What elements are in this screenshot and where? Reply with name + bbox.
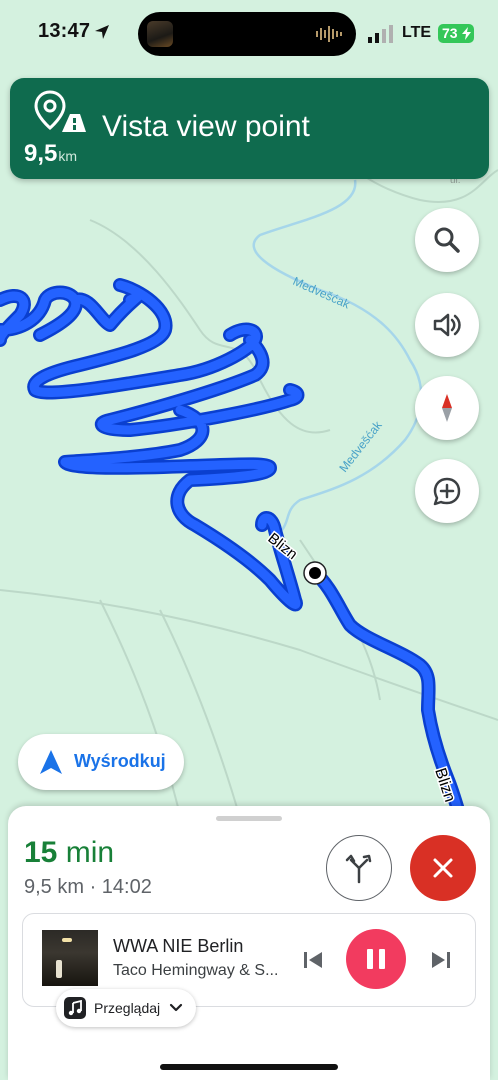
- song-artist: Taco Hemingway & S...: [113, 962, 279, 979]
- location-arrow-icon: [95, 25, 109, 39]
- music-app-icon: [64, 997, 86, 1019]
- current-location-marker: [303, 561, 327, 585]
- exit-navigation-button[interactable]: [410, 835, 476, 901]
- pause-icon: [367, 949, 385, 969]
- destination-pin-icon: [34, 90, 86, 132]
- album-art-lamp: [62, 938, 72, 942]
- sound-button[interactable]: [415, 293, 479, 357]
- alternate-routes-button[interactable]: [326, 835, 392, 901]
- album-art-figure: [56, 960, 62, 978]
- compass-icon: [442, 394, 452, 422]
- browse-media-button[interactable]: Przeglądaj: [56, 989, 196, 1027]
- now-playing-art: [147, 21, 173, 47]
- chevron-down-icon: [169, 1003, 183, 1012]
- add-report-icon: [433, 477, 461, 506]
- distance-unit: km: [58, 148, 78, 164]
- search-button[interactable]: [415, 208, 479, 272]
- song-title: WWA NIE Berlin: [113, 936, 244, 956]
- add-report-button[interactable]: [415, 459, 479, 523]
- home-indicator[interactable]: [160, 1064, 338, 1070]
- navigation-arrow-icon: [40, 750, 62, 774]
- battery-level: 73: [442, 25, 458, 41]
- music-note-icon: [68, 1000, 82, 1016]
- destination-name: Vista view point: [102, 110, 310, 143]
- next-track-icon[interactable]: [429, 948, 453, 972]
- status-bar: 13:47 LTE 73: [0, 0, 498, 66]
- trip-details: 9,5 km · 14:02: [24, 876, 152, 898]
- close-icon: [433, 858, 453, 878]
- eta-value: 15: [24, 836, 58, 869]
- recenter-label: Wyśrodkuj: [74, 751, 166, 771]
- dynamic-island[interactable]: [138, 12, 356, 56]
- audio-wave-icon: [316, 26, 342, 42]
- eta-unit: min: [65, 836, 115, 869]
- album-art: [42, 930, 98, 986]
- route-fork-icon: [345, 854, 372, 884]
- volume-icon: [433, 313, 461, 337]
- navigation-banner[interactable]: 9,5km Vista view point: [10, 78, 489, 179]
- status-time: 13:47: [38, 20, 91, 42]
- search-icon: [434, 227, 460, 253]
- eta-time: 15 min: [24, 836, 114, 870]
- sheet-drag-handle[interactable]: [216, 816, 282, 821]
- battery-indicator: 73: [438, 24, 474, 43]
- cellular-signal-icon: [368, 25, 393, 43]
- compass-button[interactable]: [415, 376, 479, 440]
- distance-to-destination: 9,5km: [24, 140, 77, 168]
- distance-value: 9,5: [24, 140, 58, 167]
- browse-label: Przeglądaj: [94, 1000, 161, 1016]
- pause-button[interactable]: [346, 929, 406, 989]
- trip-bottom-sheet[interactable]: 15 min 9,5 km · 14:02 WWA NIE Berlin Tac…: [8, 806, 490, 1080]
- network-type: LTE: [402, 24, 432, 41]
- previous-track-icon[interactable]: [301, 948, 325, 972]
- charging-bolt-icon: [462, 27, 471, 40]
- recenter-button[interactable]: Wyśrodkuj: [18, 734, 184, 790]
